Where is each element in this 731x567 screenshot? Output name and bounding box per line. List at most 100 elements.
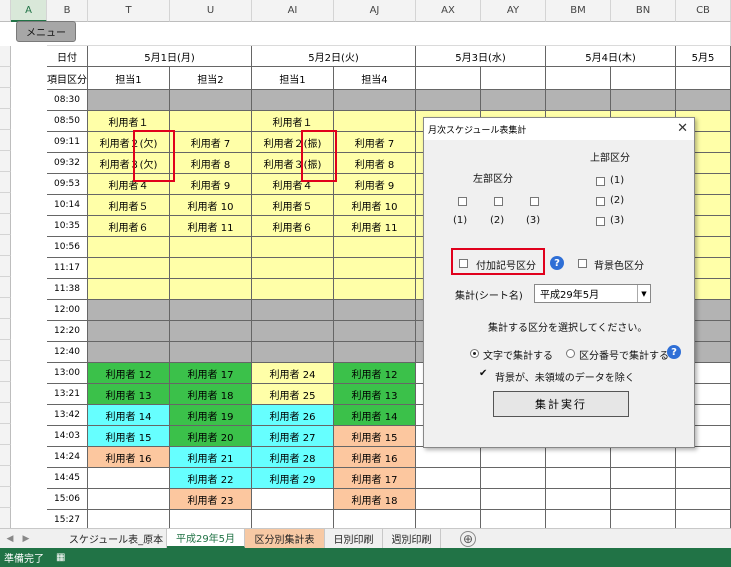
schedule-cell[interactable]: 利用者 10 [334,195,416,216]
sheet-name-select[interactable]: 平成29年5月 ▼ [534,284,651,303]
schedule-cell[interactable] [334,111,416,132]
row-header[interactable] [0,487,11,508]
row-header[interactable] [0,403,11,424]
schedule-cell[interactable]: 利用者 9 [334,174,416,195]
row-header[interactable] [0,46,11,67]
tab-category-summary[interactable]: 区分別集計表 [245,529,325,548]
schedule-cell[interactable]: 利用者３(欠) [88,153,170,174]
schedule-cell[interactable]: 利用者 9 [170,174,252,195]
column-header[interactable]: A [11,0,47,22]
schedule-cell[interactable] [170,321,252,342]
schedule-cell-empty[interactable] [676,90,731,111]
schedule-cell[interactable] [252,510,334,528]
schedule-cell-empty[interactable] [676,468,731,489]
schedule-cell-empty[interactable] [611,447,676,468]
schedule-cell[interactable]: 利用者 15 [334,426,416,447]
schedule-cell-empty[interactable] [416,510,481,528]
schedule-cell-empty[interactable] [546,447,611,468]
schedule-cell[interactable]: 利用者 8 [170,153,252,174]
schedule-cell[interactable]: 利用者 24 [252,363,334,384]
schedule-cell[interactable] [334,90,416,111]
row-header[interactable] [0,424,11,445]
tab-weekly-print[interactable]: 週別印刷 [383,529,441,548]
schedule-cell[interactable] [334,321,416,342]
left-option-1-checkbox[interactable] [458,197,467,206]
schedule-cell[interactable]: 利用者 28 [252,447,334,468]
schedule-cell[interactable]: 利用者５ [252,195,334,216]
schedule-cell-empty[interactable] [611,489,676,510]
schedule-cell[interactable]: 利用者 10 [170,195,252,216]
schedule-cell[interactable] [88,258,170,279]
row-header[interactable] [0,256,11,277]
schedule-cell[interactable]: 利用者６ [88,216,170,237]
schedule-cell[interactable] [88,279,170,300]
schedule-cell[interactable] [170,279,252,300]
schedule-cell-empty[interactable] [546,90,611,111]
schedule-cell[interactable] [170,258,252,279]
schedule-cell[interactable]: 利用者６ [252,216,334,237]
schedule-cell-empty[interactable] [481,489,546,510]
column-header[interactable]: CB [676,0,731,22]
schedule-cell-empty[interactable] [546,489,611,510]
schedule-cell[interactable]: 利用者 7 [170,132,252,153]
top-option-3-checkbox[interactable] [596,217,605,226]
schedule-cell[interactable]: 利用者４ [252,174,334,195]
help-icon[interactable]: ? [667,345,681,359]
schedule-cell-empty[interactable] [676,489,731,510]
row-header[interactable] [0,172,11,193]
schedule-cell[interactable]: 利用者 16 [88,447,170,468]
column-header[interactable]: AJ [334,0,416,22]
suffix-category-checkbox[interactable] [459,259,468,268]
chevron-down-icon[interactable]: ▼ [637,285,650,302]
schedule-cell-empty[interactable] [481,510,546,528]
schedule-cell[interactable] [88,237,170,258]
column-header[interactable]: T [88,0,170,22]
close-icon[interactable]: ✕ [677,121,688,136]
schedule-cell[interactable]: 利用者 13 [334,384,416,405]
schedule-cell[interactable]: 利用者 14 [334,405,416,426]
exclude-checkbox[interactable]: ✔ [479,368,487,379]
top-option-2-checkbox[interactable] [596,197,605,206]
schedule-cell-empty[interactable] [416,90,481,111]
schedule-cell-empty[interactable] [611,510,676,528]
schedule-cell[interactable]: 利用者 29 [252,468,334,489]
schedule-cell[interactable] [252,237,334,258]
row-header[interactable] [0,88,11,109]
schedule-cell[interactable] [88,90,170,111]
top-option-1-checkbox[interactable] [596,177,605,186]
column-header[interactable]: BM [546,0,611,22]
help-icon[interactable]: ? [550,256,564,270]
column-header[interactable]: AY [481,0,546,22]
column-header[interactable]: AI [252,0,334,22]
row-header[interactable] [0,193,11,214]
schedule-cell[interactable] [252,258,334,279]
schedule-cell[interactable] [252,90,334,111]
schedule-cell[interactable] [334,279,416,300]
schedule-cell[interactable] [252,342,334,363]
schedule-cell[interactable]: 利用者３(振) [252,153,334,174]
schedule-cell-empty[interactable] [416,489,481,510]
schedule-cell[interactable]: 利用者 20 [170,426,252,447]
radio-number-aggregate[interactable] [566,349,575,358]
column-header[interactable]: U [170,0,252,22]
schedule-cell[interactable] [252,321,334,342]
schedule-cell[interactable] [252,489,334,510]
schedule-cell-empty[interactable] [546,468,611,489]
schedule-cell-empty[interactable] [481,447,546,468]
schedule-cell[interactable]: 利用者 16 [334,447,416,468]
schedule-cell[interactable] [252,300,334,321]
tab-heisei-29-may[interactable]: 平成29年5月 [167,529,245,548]
left-option-2-checkbox[interactable] [494,197,503,206]
schedule-cell-empty[interactable] [611,468,676,489]
schedule-cell[interactable]: 利用者 7 [334,132,416,153]
run-summary-button[interactable]: 集計実行 [493,391,629,417]
row-header[interactable] [0,445,11,466]
schedule-cell[interactable]: 利用者 12 [88,363,170,384]
schedule-cell[interactable] [88,489,170,510]
schedule-cell[interactable]: 利用者 11 [334,216,416,237]
schedule-cell[interactable] [88,468,170,489]
schedule-cell-empty[interactable] [481,90,546,111]
row-header[interactable] [0,319,11,340]
schedule-cell[interactable]: 利用者 15 [88,426,170,447]
schedule-cell[interactable] [88,321,170,342]
